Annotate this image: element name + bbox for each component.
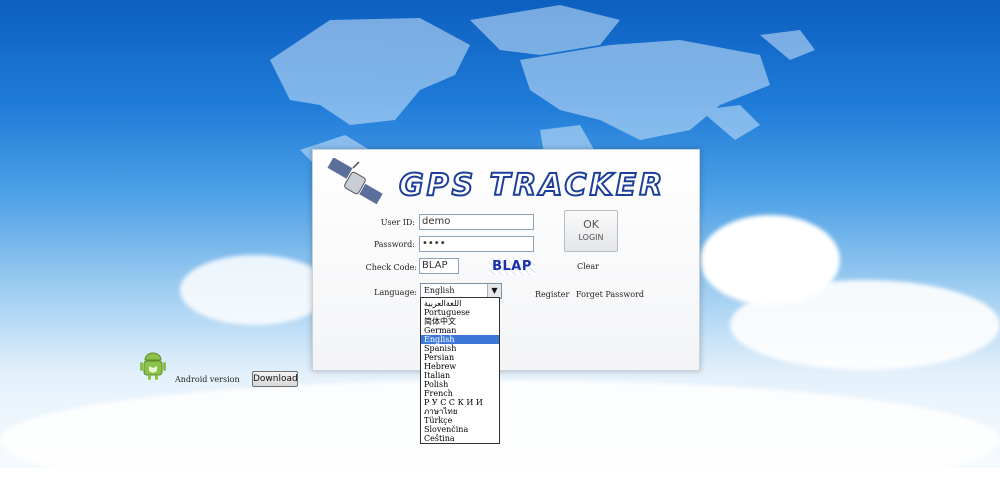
clear-button[interactable]: Clear	[577, 262, 599, 271]
cloud	[0, 380, 1000, 500]
login-button-ok: OK	[583, 218, 599, 231]
android-version-label: Android version	[175, 375, 240, 384]
captcha-image[interactable]: BLAP	[489, 258, 535, 275]
language-option[interactable]: French	[421, 389, 499, 398]
language-option[interactable]: Türkçe	[421, 416, 499, 425]
language-option[interactable]: German	[421, 326, 499, 335]
login-panel: GPS TRACKER User ID: demo Password: ••••…	[312, 149, 700, 371]
chevron-down-icon[interactable]: ▼	[487, 284, 501, 298]
register-link[interactable]: Register	[535, 290, 569, 299]
language-option[interactable]: 简体中文	[421, 317, 499, 326]
language-label: Language:	[374, 288, 417, 297]
language-option[interactable]: Persian	[421, 353, 499, 362]
login-button[interactable]: OK LOGIN	[564, 210, 618, 252]
language-dropdown-list[interactable]: اللغةالعربية Portuguese 简体中文 German Engl…	[420, 297, 500, 444]
forget-password-link[interactable]: Forget Password	[576, 290, 644, 299]
password-input[interactable]: ••••	[419, 236, 534, 252]
password-label: Password:	[373, 240, 415, 249]
cloud	[730, 280, 1000, 370]
language-selected-value: English	[424, 286, 455, 295]
check-code-label: Check Code:	[365, 263, 417, 272]
satellite-icon	[327, 158, 383, 205]
android-icon	[140, 352, 166, 380]
language-option[interactable]: Portuguese	[421, 308, 499, 317]
language-option[interactable]: Polish	[421, 380, 499, 389]
download-button[interactable]: Download	[252, 371, 298, 387]
language-option[interactable]: Spanish	[421, 344, 499, 353]
language-option[interactable]: Čeština	[421, 434, 499, 443]
language-option[interactable]: Italian	[421, 371, 499, 380]
language-option[interactable]: اللغةالعربية	[421, 299, 499, 308]
user-id-label: User ID:	[380, 218, 415, 227]
login-button-login: LOGIN	[578, 233, 604, 242]
check-code-input[interactable]: BLAP	[419, 258, 459, 274]
language-option[interactable]: Slovenčina	[421, 425, 499, 434]
language-option[interactable]: ภาษาไทย	[421, 407, 499, 416]
user-id-input[interactable]: demo	[419, 214, 534, 230]
language-option[interactable]: Hebrew	[421, 362, 499, 371]
app-logo-text: GPS TRACKER	[398, 167, 666, 204]
cloud	[180, 255, 330, 325]
language-option-selected[interactable]: English	[421, 334, 499, 344]
language-option[interactable]: Р У С С К И Й	[421, 398, 499, 407]
